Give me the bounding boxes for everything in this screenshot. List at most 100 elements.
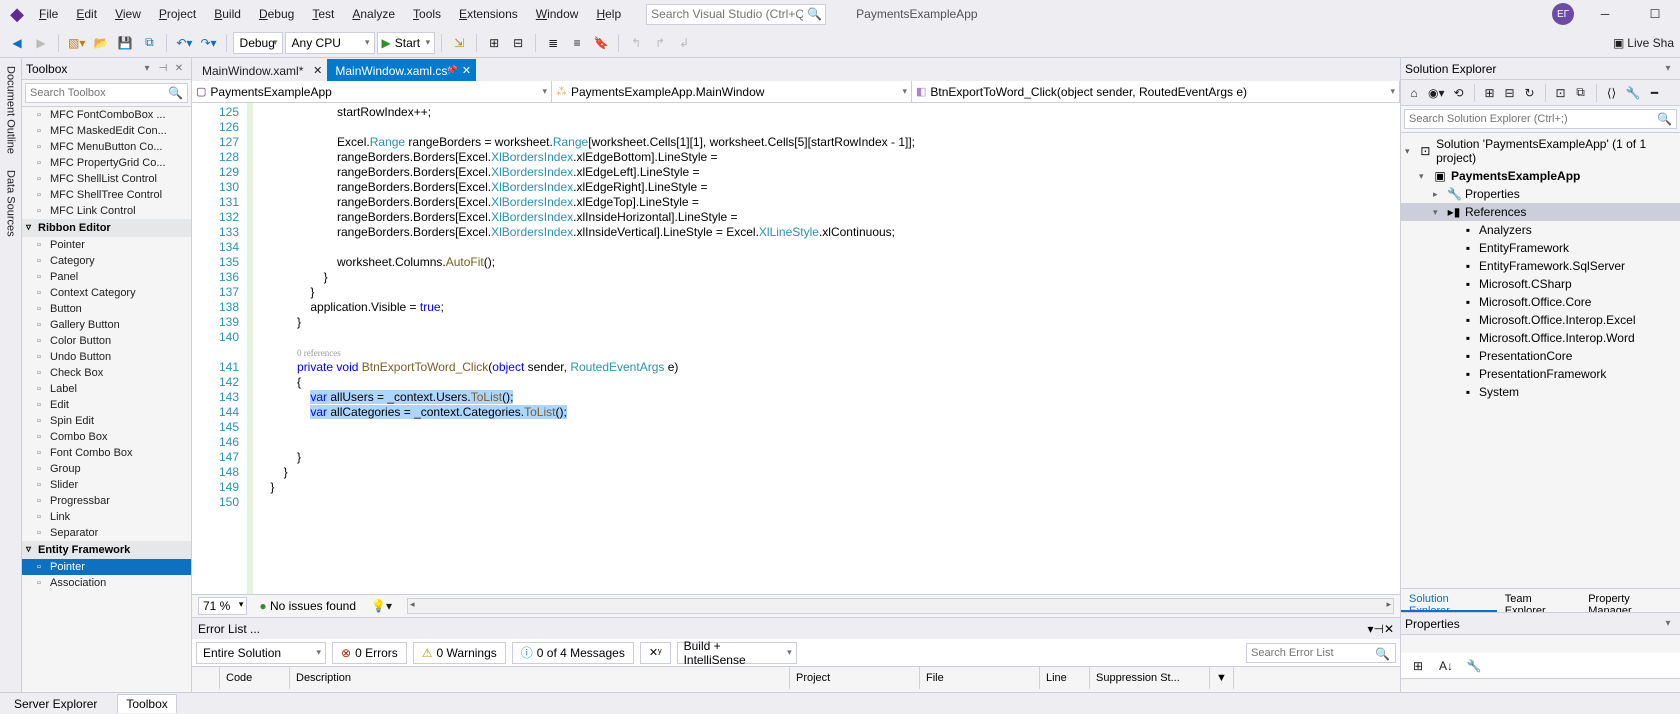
- toolbox-item[interactable]: ▫Check Box: [22, 365, 191, 381]
- props-alpha-button[interactable]: A↓: [1435, 655, 1457, 677]
- toolbox-category[interactable]: Ribbon Editor: [22, 219, 191, 237]
- quick-launch-input[interactable]: [646, 4, 826, 25]
- menu-file[interactable]: File: [30, 3, 67, 25]
- tb-icon-6[interactable]: ↱: [649, 32, 671, 54]
- toolbox-item[interactable]: ▫MFC ShellTree Control: [22, 187, 191, 203]
- tb-icon-1[interactable]: ⊞: [483, 32, 505, 54]
- nav-class-dropdown[interactable]: ⁂PaymentsExampleApp.MainWindow: [552, 81, 912, 102]
- errlist-source-dropdown[interactable]: Build + IntelliSense: [677, 642, 797, 664]
- back-button[interactable]: ◀: [6, 32, 28, 54]
- nav-project-dropdown[interactable]: ▢PaymentsExampleApp: [192, 81, 552, 102]
- toolbox-item[interactable]: ▫Pointer: [22, 559, 191, 575]
- redo-button[interactable]: ↷▾: [197, 32, 219, 54]
- code-editor[interactable]: 1251261271281291301311321331341351361371…: [192, 103, 1400, 594]
- errlist-scope-dropdown[interactable]: Entire Solution: [196, 642, 326, 664]
- toolbox-item[interactable]: ▫Separator: [22, 525, 191, 541]
- toolbox-item[interactable]: ▫Undo Button: [22, 349, 191, 365]
- side-tab-data-sources[interactable]: Data Sources: [3, 166, 19, 241]
- tree-item[interactable]: ▸🔧Properties: [1401, 185, 1680, 203]
- solexp-search-input[interactable]: [1404, 109, 1677, 129]
- open-button[interactable]: 📂: [90, 32, 112, 54]
- bottom-tab[interactable]: Toolbox: [117, 694, 176, 713]
- toolbox-item[interactable]: ▫Context Category: [22, 285, 191, 301]
- tb-icon-5[interactable]: ↰: [625, 32, 647, 54]
- forward-button[interactable]: ▶: [30, 32, 52, 54]
- errlist-search-input[interactable]: [1246, 643, 1396, 663]
- toolbox-item[interactable]: ▫Pointer: [22, 237, 191, 253]
- solution-tree[interactable]: ▾⊡Solution 'PaymentsExampleApp' (1 of 1 …: [1401, 133, 1680, 588]
- toolbox-item[interactable]: ▫Gallery Button: [22, 317, 191, 333]
- menu-test[interactable]: Test: [303, 3, 343, 25]
- toolbox-item[interactable]: ▫Slider: [22, 477, 191, 493]
- toolbox-item[interactable]: ▫Progressbar: [22, 493, 191, 509]
- tree-item[interactable]: ▾▣PaymentsExampleApp: [1401, 167, 1680, 185]
- tree-item[interactable]: ▪EntityFramework: [1401, 239, 1680, 257]
- start-button[interactable]: ▶Start: [377, 32, 436, 54]
- tb-icon-7[interactable]: ↲: [673, 32, 695, 54]
- maximize-button[interactable]: ☐: [1636, 1, 1674, 27]
- toolbox-category[interactable]: Entity Framework: [22, 541, 191, 559]
- solexp-btn[interactable]: ⟨⟩: [1603, 83, 1621, 103]
- errlist-column-header[interactable]: Suppression St...: [1090, 667, 1210, 689]
- menu-project[interactable]: Project: [150, 3, 205, 25]
- menu-help[interactable]: Help: [587, 3, 630, 25]
- toolbox-item[interactable]: ▫MFC PropertyGrid Co...: [22, 155, 191, 171]
- props-categorized-button[interactable]: ⊞: [1407, 655, 1429, 677]
- toolbox-item[interactable]: ▫Label: [22, 381, 191, 397]
- tree-item[interactable]: ▪Microsoft.Office.Interop.Word: [1401, 329, 1680, 347]
- errors-filter-button[interactable]: ⊗0 Errors: [332, 642, 407, 664]
- toolbox-item[interactable]: ▫MFC FontComboBox ...: [22, 107, 191, 123]
- solexp-properties-button[interactable]: 🔧: [1623, 83, 1644, 103]
- solexp-tab[interactable]: Property Manager: [1580, 589, 1680, 612]
- toolbox-item[interactable]: ▫MFC ShellList Control: [22, 171, 191, 187]
- toolbox-item[interactable]: ▫Button: [22, 301, 191, 317]
- tree-item[interactable]: ▾▸▮References: [1401, 203, 1680, 221]
- tree-item[interactable]: ▪PresentationCore: [1401, 347, 1680, 365]
- errlist-close-button[interactable]: ✕: [1384, 622, 1394, 636]
- tree-item[interactable]: ▪System: [1401, 383, 1680, 401]
- solexp-btn[interactable]: ◉▾: [1425, 83, 1448, 103]
- menu-analyze[interactable]: Analyze: [343, 3, 404, 25]
- toolbox-item[interactable]: ▫Edit: [22, 397, 191, 413]
- warnings-filter-button[interactable]: ⚠0 Warnings: [413, 642, 506, 664]
- tree-item[interactable]: ▪Microsoft.CSharp: [1401, 275, 1680, 293]
- props-menu-button[interactable]: ▾: [1660, 616, 1676, 632]
- pin-icon[interactable]: 📌: [447, 65, 458, 76]
- toolbox-close-button[interactable]: ✕: [171, 61, 187, 77]
- nav-member-dropdown[interactable]: ◧BtnExportToWord_Click(object sender, Ro…: [912, 81, 1400, 102]
- document-tab[interactable]: MainWindow.xaml*✕: [194, 59, 327, 81]
- document-tab[interactable]: MainWindow.xaml.cs*📌✕: [327, 59, 476, 81]
- close-icon[interactable]: ✕: [462, 64, 471, 77]
- menu-tools[interactable]: Tools: [404, 3, 450, 25]
- zoom-dropdown[interactable]: 71 %: [198, 597, 247, 615]
- menu-edit[interactable]: Edit: [67, 3, 106, 25]
- errlist-pin-button[interactable]: ⊣: [1373, 622, 1383, 636]
- close-icon[interactable]: ✕: [313, 64, 322, 77]
- horizontal-scrollbar[interactable]: [407, 598, 1394, 614]
- toolbox-item[interactable]: ▫Font Combo Box: [22, 445, 191, 461]
- messages-filter-button[interactable]: ⓘ0 of 4 Messages: [512, 642, 634, 664]
- menu-extensions[interactable]: Extensions: [450, 3, 527, 25]
- solexp-tab[interactable]: Solution Explorer: [1401, 589, 1497, 612]
- step-button[interactable]: ⇲: [448, 32, 470, 54]
- errlist-column-header[interactable]: Description: [290, 667, 790, 689]
- toolbox-item[interactable]: ▫MFC MaskedEdit Con...: [22, 123, 191, 139]
- bottom-tab[interactable]: Server Explorer: [6, 695, 105, 713]
- toolbox-item[interactable]: ▫Spin Edit: [22, 413, 191, 429]
- solexp-sync-button[interactable]: ⟲: [1450, 83, 1468, 103]
- toolbox-list[interactable]: ▫MFC FontComboBox ...▫MFC MaskedEdit Con…: [22, 107, 191, 692]
- errlist-column-header[interactable]: Project: [790, 667, 920, 689]
- tb-icon-3[interactable]: ≣: [542, 32, 564, 54]
- bookmark-button[interactable]: 🔖: [590, 32, 612, 54]
- errlist-column-header[interactable]: File: [920, 667, 1040, 689]
- tb-icon-2[interactable]: ⊟: [507, 32, 529, 54]
- platform-dropdown[interactable]: Any CPU: [285, 32, 375, 54]
- undo-button[interactable]: ↶▾: [173, 32, 195, 54]
- menu-window[interactable]: Window: [527, 3, 588, 25]
- solexp-btn[interactable]: ━: [1645, 83, 1663, 103]
- solexp-home-button[interactable]: ⌂: [1405, 83, 1423, 103]
- tree-item[interactable]: ▪Microsoft.Office.Interop.Excel: [1401, 311, 1680, 329]
- props-wrench-button[interactable]: 🔧: [1463, 655, 1485, 677]
- toolbox-item[interactable]: ▫MFC MenuButton Co...: [22, 139, 191, 155]
- tree-item[interactable]: ▪Microsoft.Office.Core: [1401, 293, 1680, 311]
